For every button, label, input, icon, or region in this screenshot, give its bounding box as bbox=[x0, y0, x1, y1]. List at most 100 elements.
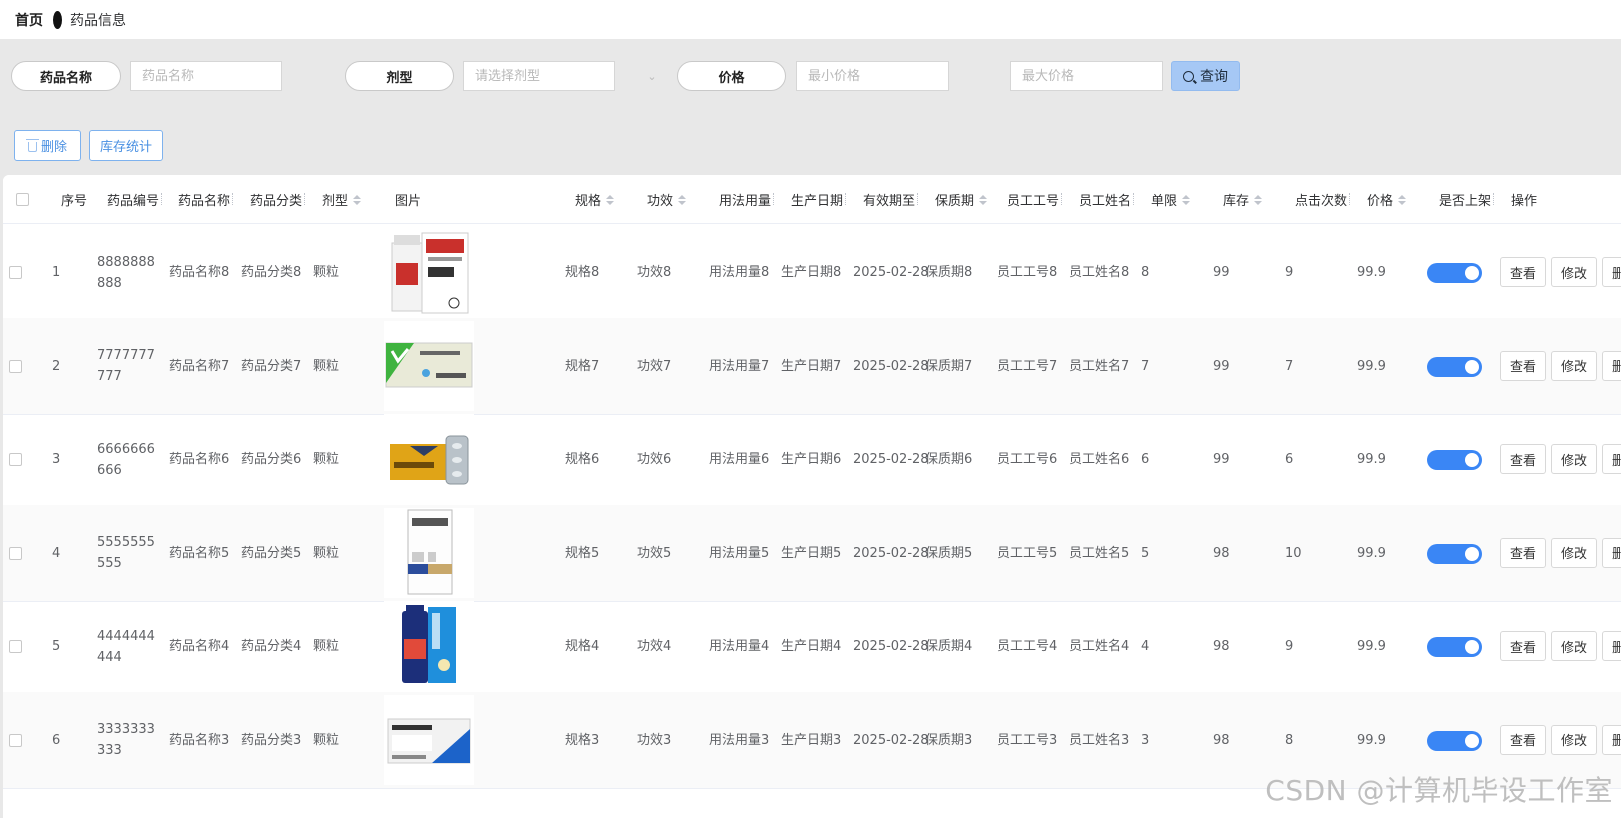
row-delete-button[interactable]: 删除 bbox=[1602, 350, 1621, 381]
drug-image[interactable] bbox=[384, 694, 474, 785]
name-filter-input[interactable] bbox=[130, 61, 282, 91]
header-staff-name: 员工姓名 bbox=[1079, 175, 1135, 224]
cell-index: 5 bbox=[52, 639, 61, 654]
cell-expire-date: 2025-02-28 bbox=[853, 452, 929, 467]
sort-icon[interactable] bbox=[979, 194, 988, 205]
header-form[interactable]: 剂型 bbox=[322, 175, 362, 224]
drug-image[interactable] bbox=[384, 601, 474, 691]
drug-image[interactable] bbox=[384, 227, 474, 317]
view-button[interactable]: 查看 bbox=[1500, 257, 1546, 287]
on-shelf-toggle[interactable] bbox=[1427, 356, 1482, 377]
on-shelf-toggle[interactable] bbox=[1427, 730, 1482, 751]
cell-staff-name: 员工姓名6 bbox=[1069, 452, 1130, 467]
drug-image[interactable] bbox=[384, 507, 474, 598]
sort-icon[interactable] bbox=[1398, 194, 1407, 205]
view-button[interactable]: 查看 bbox=[1500, 724, 1546, 755]
row-delete-button[interactable]: 删除 bbox=[1602, 537, 1621, 568]
query-button[interactable]: 查询 bbox=[1171, 61, 1240, 91]
row-delete-button[interactable]: 删除 bbox=[1602, 631, 1621, 661]
header-ops: 操作 bbox=[1511, 194, 1538, 209]
view-button[interactable]: 查看 bbox=[1500, 444, 1546, 474]
cell-usage: 用法用量4 bbox=[709, 639, 770, 654]
sort-icon[interactable] bbox=[353, 194, 362, 205]
chevron-down-icon[interactable]: ⌄ bbox=[642, 61, 662, 91]
edit-button[interactable]: 修改 bbox=[1551, 537, 1597, 568]
drug-image[interactable] bbox=[384, 320, 474, 411]
drug-image-art bbox=[389, 435, 469, 485]
cell-stock: 98 bbox=[1213, 639, 1230, 654]
cell-expire-date: 2025-02-28 bbox=[853, 358, 929, 374]
header-expire-date: 有效期至 bbox=[863, 175, 919, 224]
on-shelf-toggle[interactable] bbox=[1427, 543, 1482, 564]
edit-button[interactable]: 修改 bbox=[1551, 350, 1597, 381]
cell-category: 药品分类8 bbox=[241, 265, 302, 280]
edit-button[interactable]: 修改 bbox=[1551, 444, 1597, 474]
drug-table: 序号 药品编号 药品名称 药品分类 剂型 图片 规格 功效 用法用量 生产日期 … bbox=[3, 175, 1621, 818]
breadcrumb-home[interactable]: 首页 bbox=[15, 10, 43, 30]
cell-effect: 功效8 bbox=[637, 265, 672, 280]
min-price-input[interactable] bbox=[796, 61, 949, 91]
cell-staff-name: 员工姓名8 bbox=[1069, 265, 1130, 280]
cell-produce-date: 生产日期3 bbox=[781, 732, 842, 748]
delete-button[interactable]: 删除 bbox=[14, 130, 81, 161]
cell-effect: 功效3 bbox=[637, 732, 672, 748]
row-checkbox[interactable] bbox=[9, 453, 22, 466]
cell-index: 6 bbox=[52, 732, 61, 748]
cell-staff-id: 员工工号8 bbox=[997, 265, 1058, 280]
header-effect[interactable]: 功效 bbox=[647, 175, 687, 224]
cell-price: 99.9 bbox=[1357, 452, 1386, 467]
header-spec[interactable]: 规格 bbox=[575, 175, 615, 224]
row-delete-button[interactable]: 删除 bbox=[1602, 444, 1621, 474]
form-filter-select[interactable] bbox=[463, 61, 615, 91]
edit-button[interactable]: 修改 bbox=[1551, 631, 1597, 661]
cell-price: 99.9 bbox=[1357, 358, 1386, 374]
on-shelf-toggle[interactable] bbox=[1427, 450, 1482, 470]
header-index: 序号 bbox=[61, 194, 88, 209]
row-checkbox[interactable] bbox=[9, 266, 22, 279]
sort-icon[interactable] bbox=[606, 194, 615, 205]
drug-image[interactable] bbox=[384, 414, 474, 504]
view-button[interactable]: 查看 bbox=[1500, 350, 1546, 381]
view-button[interactable]: 查看 bbox=[1500, 631, 1546, 661]
row-delete-button[interactable]: 删除 bbox=[1602, 257, 1621, 287]
row-checkbox[interactable] bbox=[9, 359, 22, 373]
on-shelf-toggle[interactable] bbox=[1427, 263, 1482, 283]
header-limit[interactable]: 单限 bbox=[1151, 175, 1191, 224]
form-filter-label: 剂型 bbox=[345, 61, 454, 91]
cell-clicks: 7 bbox=[1285, 358, 1294, 374]
row-checkbox[interactable] bbox=[9, 640, 22, 653]
view-button[interactable]: 查看 bbox=[1500, 537, 1546, 568]
cell-form: 颗粒 bbox=[313, 732, 340, 748]
header-stock[interactable]: 库存 bbox=[1223, 175, 1263, 224]
edit-button[interactable]: 修改 bbox=[1551, 724, 1597, 755]
row-checkbox[interactable] bbox=[9, 546, 22, 560]
cell-effect: 功效7 bbox=[637, 358, 672, 374]
cell-usage: 用法用量7 bbox=[709, 358, 770, 374]
select-all-checkbox[interactable] bbox=[16, 193, 29, 206]
header-shelf-life[interactable]: 保质期 bbox=[935, 175, 988, 224]
on-shelf-toggle[interactable] bbox=[1427, 637, 1482, 657]
cell-form: 颗粒 bbox=[313, 545, 340, 561]
cell-staff-name: 员工姓名3 bbox=[1069, 732, 1130, 748]
cell-spec: 规格3 bbox=[565, 732, 600, 748]
row-checkbox[interactable] bbox=[9, 733, 22, 747]
cell-category: 药品分类5 bbox=[241, 545, 302, 561]
cell-expire-date: 2025-02-28 bbox=[853, 265, 929, 280]
sort-icon[interactable] bbox=[1182, 194, 1191, 205]
drug-image-art bbox=[391, 232, 469, 314]
max-price-input[interactable] bbox=[1010, 61, 1163, 91]
cell-limit: 5 bbox=[1141, 545, 1150, 561]
header-price[interactable]: 价格 bbox=[1367, 175, 1407, 224]
cell-effect: 功效5 bbox=[637, 545, 672, 561]
cell-staff-name: 员工姓名4 bbox=[1069, 639, 1130, 654]
sort-icon[interactable] bbox=[678, 194, 687, 205]
row-delete-button[interactable]: 删除 bbox=[1602, 724, 1621, 755]
cell-stock: 99 bbox=[1213, 452, 1230, 467]
drug-image-art bbox=[387, 718, 471, 763]
sort-icon[interactable] bbox=[1254, 194, 1263, 205]
cell-clicks: 6 bbox=[1285, 452, 1294, 467]
edit-button[interactable]: 修改 bbox=[1551, 257, 1597, 287]
cell-name: 药品名称6 bbox=[169, 452, 230, 467]
cell-form: 颗粒 bbox=[313, 265, 340, 280]
stock-stats-button[interactable]: 库存统计 bbox=[89, 130, 163, 161]
